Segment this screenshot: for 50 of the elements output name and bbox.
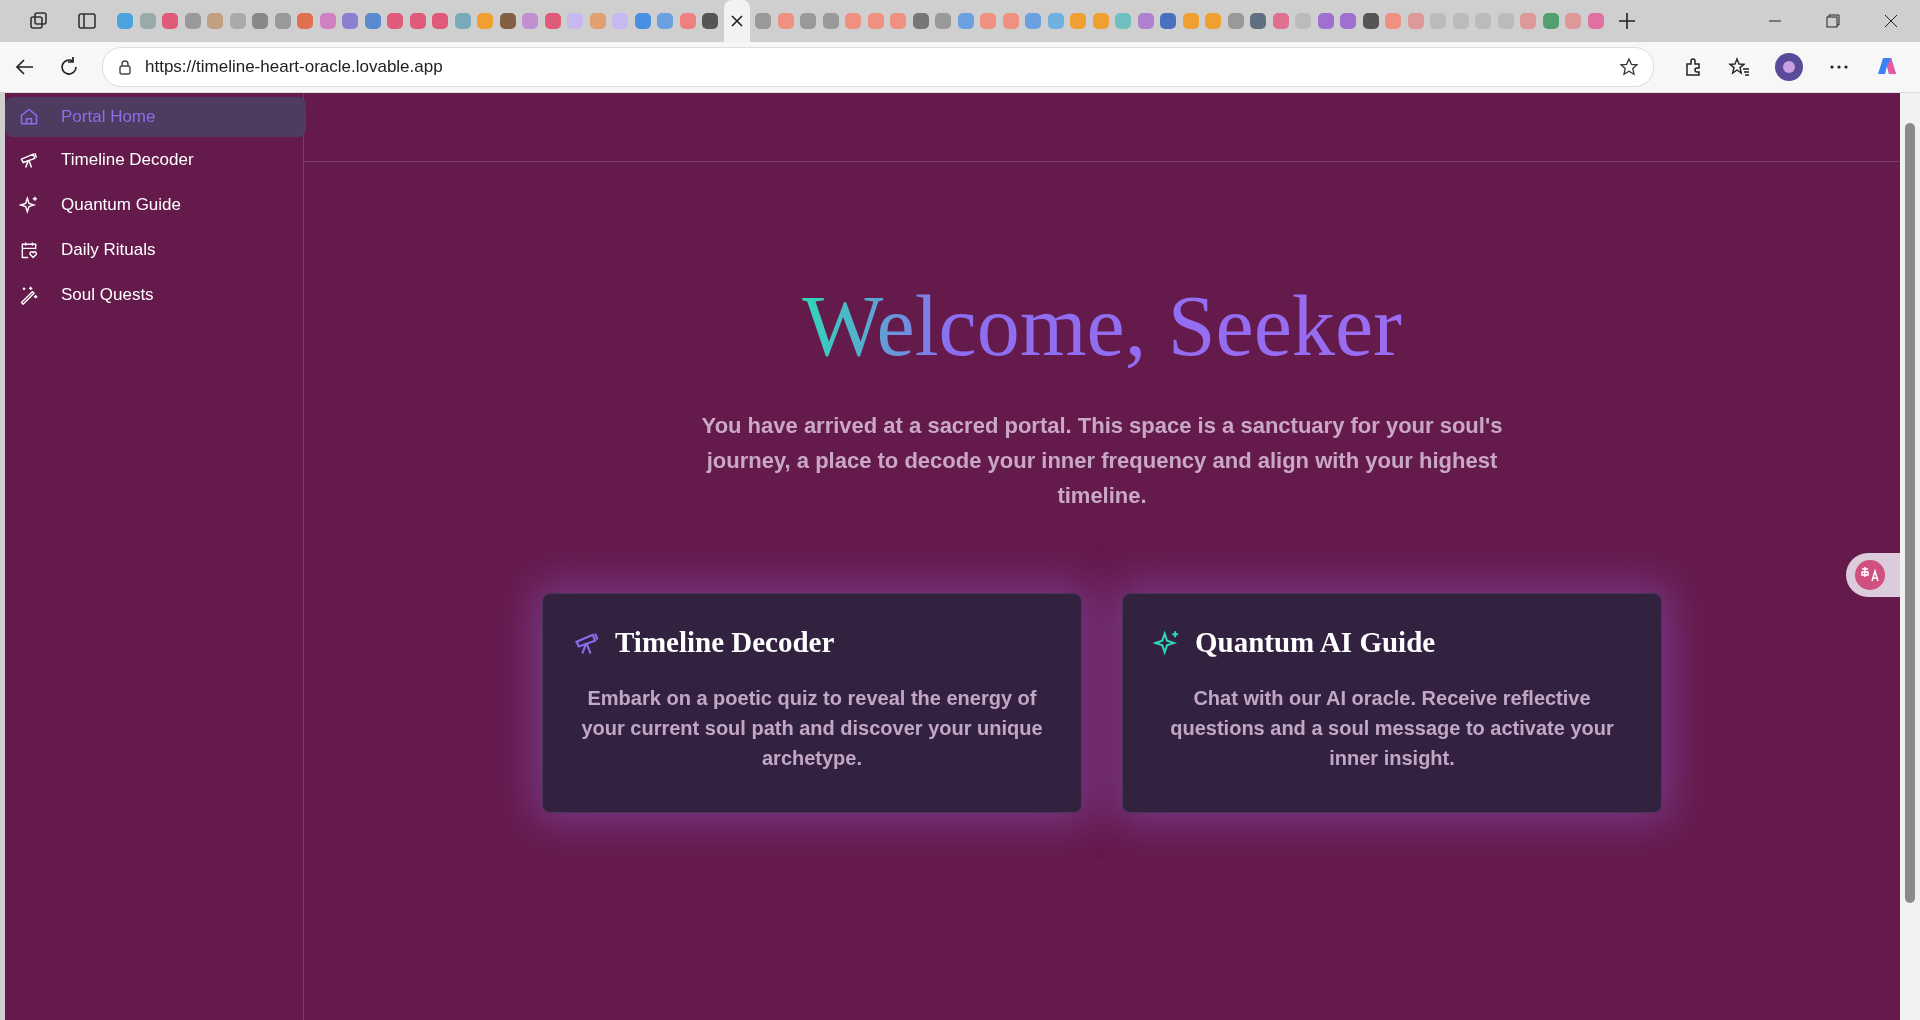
- tab-favicon-icon[interactable]: [701, 12, 719, 30]
- workspaces-icon[interactable]: [28, 10, 50, 32]
- favorite-star-icon[interactable]: [1619, 57, 1639, 77]
- lock-icon[interactable]: [117, 59, 133, 75]
- card-description: Embark on a poetic quiz to reveal the energy of your current soul path and discover your unique archetype.: [580, 686, 1044, 772]
- magic-wand-icon: [19, 284, 39, 305]
- sidebar-item[interactable]: Timeline Decoder: [5, 137, 306, 182]
- refresh-icon[interactable]: [58, 56, 80, 78]
- tab-favicon-icon[interactable]: [408, 12, 427, 30]
- sidebar-item[interactable]: Soul Quests: [5, 272, 306, 317]
- tab-favicon-icon[interactable]: [341, 12, 359, 30]
- home-icon: [19, 107, 39, 127]
- sidebar-item[interactable]: Quantum Guide: [5, 182, 306, 227]
- tab-favicon-icon[interactable]: [498, 12, 517, 30]
- card-title: Quantum AI Guide: [1195, 626, 1436, 660]
- new-tab-icon[interactable]: [1617, 11, 1637, 31]
- feature-card[interactable]: Quantum AI Guide Chat with our AI oracle. Receive reflective questions and a soul message to activate your inner insight.: [1122, 593, 1662, 814]
- tab-favicon-icon[interactable]: [1249, 12, 1267, 30]
- tab-favicon-icon[interactable]: [1316, 12, 1335, 30]
- tab-favicon-icon[interactable]: [633, 12, 652, 30]
- tab-favicon-icon[interactable]: [161, 12, 179, 30]
- sidebar-item[interactable]: Daily Rituals: [5, 227, 306, 272]
- tab-favicon-icon[interactable]: [296, 12, 314, 30]
- sparkles-icon: [1153, 628, 1181, 657]
- tab-favicon-icon[interactable]: [386, 12, 404, 30]
- tab-favicon-icon[interactable]: [1339, 12, 1357, 30]
- tab-favicon-icon[interactable]: [1159, 12, 1177, 30]
- tab-actions-icon[interactable]: [76, 10, 98, 32]
- close-icon[interactable]: [1884, 14, 1898, 28]
- sparkles-icon: [19, 194, 39, 215]
- card-title: Timeline Decoder: [615, 626, 835, 660]
- card-description: Chat with our AI oracle. Receive reflective questions and a soul message to activate your inner insight.: [1169, 686, 1615, 772]
- close-tab-icon[interactable]: [729, 14, 744, 28]
- tab-favicon-icon[interactable]: [1271, 12, 1290, 30]
- tab-favicon-icon[interactable]: [911, 12, 930, 30]
- tab-favicon-icon[interactable]: [251, 12, 269, 30]
- address-field[interactable]: https://timeline-heart-oracle.lovable.app: [102, 47, 1654, 87]
- restore-icon[interactable]: [1826, 14, 1840, 28]
- tab-favicon-icon[interactable]: [543, 12, 562, 30]
- tab-favicon-icon[interactable]: [1361, 12, 1380, 30]
- tab-favicon-icon[interactable]: [363, 12, 382, 30]
- feature-card[interactable]: Timeline Decoder Embark on a poetic quiz to reveal the energy of your current soul path and discover your unique archetype.: [542, 593, 1082, 814]
- tab-favicon-icon[interactable]: [1136, 12, 1155, 30]
- translate-icon: [1854, 559, 1886, 591]
- favorites-icon[interactable]: [1728, 56, 1750, 78]
- profile-avatar-icon[interactable]: [1774, 52, 1804, 82]
- intro-paragraph: You have arrived at a sacred portal. This space is a sanctuary for your soul's journey, a place to decode your inner frequency and align with your highest timeline.: [700, 412, 1504, 511]
- translate-button[interactable]: [1846, 553, 1900, 597]
- tab-favicon-icon[interactable]: [1541, 12, 1560, 30]
- tab-favicon-icon[interactable]: [431, 12, 449, 30]
